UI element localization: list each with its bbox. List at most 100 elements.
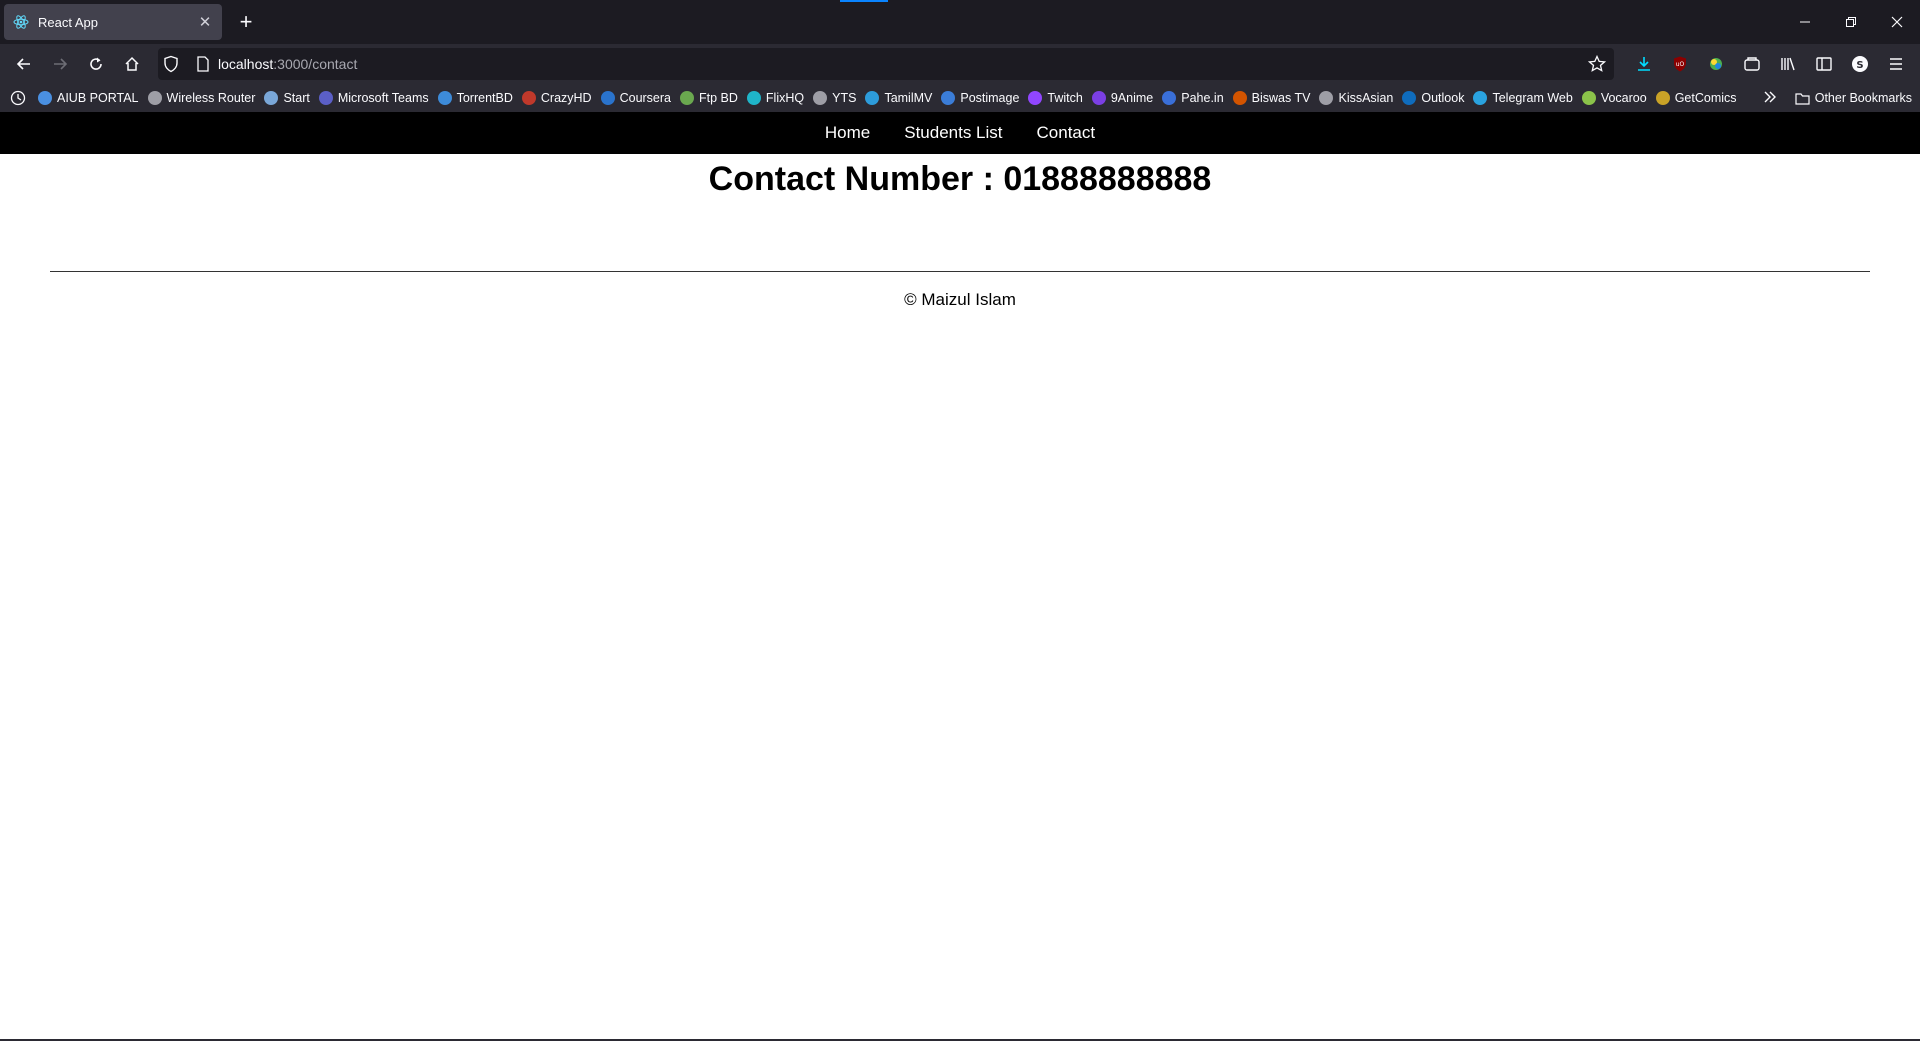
bookmarks-overflow: Other Bookmarks [1763,84,1912,112]
hamburger-menu-icon[interactable] [1884,52,1908,76]
extension-icon[interactable] [1704,52,1728,76]
sidebar-icon[interactable] [1812,52,1836,76]
url-text[interactable]: localhost:3000/contact [218,56,357,72]
nav-link-home[interactable]: Home [825,123,870,143]
bookmark-label: YTS [832,91,857,105]
bookmarks-toolbar: AIUB PORTAL Wireless Router Start Microsoft… [0,84,1920,112]
bookmark-item[interactable]: 9Anime [1091,91,1154,105]
react-icon [12,13,30,31]
bookmark-item[interactable]: Biswas TV [1232,91,1311,105]
globe-icon [1319,91,1334,105]
bookmark-item[interactable]: CrazyHD [521,91,592,105]
getcomics-icon [1655,91,1670,105]
bookmark-item[interactable]: KissAsian [1319,91,1393,105]
folder-icon [1795,92,1810,105]
browser-toolbar: localhost:3000/contact uO S [0,44,1920,84]
bookmark-item[interactable]: Telegram Web [1473,91,1573,105]
bookmark-label: Biswas TV [1251,91,1311,105]
bookmark-label: 9Anime [1110,91,1154,105]
tamilmv-icon [865,91,880,105]
bookmark-item[interactable]: Start [264,91,310,105]
reload-icon[interactable] [84,52,108,76]
chevron-double-right-icon[interactable] [1763,90,1777,107]
svg-text:uO: uO [1676,61,1685,68]
bookmark-item[interactable]: GetComics [1655,91,1737,105]
close-window-button[interactable] [1882,8,1912,36]
url-host: localhost [218,56,274,72]
bookmark-item[interactable]: Twitch [1028,91,1083,105]
container-icon[interactable] [1740,52,1764,76]
restore-button[interactable] [1836,8,1866,36]
bookmark-label: Ftp BD [699,91,738,105]
star-icon[interactable] [1587,54,1607,76]
contact-heading: Contact Number : 01888888888 [708,160,1212,198]
play-icon [1091,91,1106,105]
site-navbar: Home Students List Contact [0,112,1920,154]
bookmark-item[interactable]: FlixHQ [746,91,804,105]
bookmark-label: Coursera [619,91,672,105]
bookmark-label: Pahe.in [1181,91,1224,105]
footer-divider [50,271,1870,272]
close-tab-icon[interactable]: ✕ [196,13,214,31]
bookmark-item[interactable]: Vocaroo [1581,91,1647,105]
footer-copyright: © Maizul Islam [904,290,1016,309]
bookmark-item[interactable]: Microsoft Teams [318,91,429,105]
teams-icon [318,91,333,105]
coursera-icon [600,91,615,105]
bookmark-label: AIUB PORTAL [57,91,139,105]
url-path: :3000/contact [273,56,358,72]
back-arrow-icon[interactable] [12,52,36,76]
bookmark-item[interactable]: AIUB PORTAL [38,91,139,105]
shield-icon[interactable] [162,55,180,76]
bookmark-item[interactable]: Pahe.in [1162,91,1224,105]
bookmark-item[interactable]: YTS [813,91,856,105]
library-icon[interactable] [1776,52,1800,76]
bookmark-label: Outlook [1421,91,1465,105]
outlook-icon [1402,91,1417,105]
vocaroo-icon [1581,91,1596,105]
bookmark-item[interactable]: Wireless Router [147,91,255,105]
nav-link-contact[interactable]: Contact [1037,123,1096,143]
bookmark-item[interactable]: TorrentBD [437,91,513,105]
browser-tab[interactable]: React App ✕ [4,4,222,40]
bookmark-item[interactable]: Outlook [1402,91,1464,105]
url-bar[interactable]: localhost:3000/contact [158,48,1614,80]
svg-text:S: S [1856,60,1863,71]
biswastv-icon [1232,91,1247,105]
postimage-icon [941,91,956,105]
minimize-button[interactable] [1790,8,1820,36]
bookmark-item[interactable]: Coursera [600,91,672,105]
home-icon[interactable] [120,52,144,76]
bookmark-list: AIUB PORTAL Wireless Router Start Microsoft… [38,91,1746,105]
pahe-icon [1162,91,1177,105]
tab-strip: React App ✕ + [0,0,1920,44]
page-icon[interactable] [194,55,212,73]
bookmark-label: Start [283,91,310,105]
globe-icon [147,91,162,105]
nav-link-students-list[interactable]: Students List [904,123,1002,143]
bookmark-label: CrazyHD [540,91,592,105]
history-icon[interactable] [10,90,26,106]
bookmark-label: GetComics [1674,91,1737,105]
torrentbd-icon [437,91,452,105]
shield-icon [264,91,279,105]
globe-icon [813,91,828,105]
forward-arrow-icon[interactable] [48,52,72,76]
tab-title: React App [38,14,98,30]
bookmark-item[interactable]: TamilMV [865,91,932,105]
download-icon[interactable] [1632,52,1656,76]
bookmark-label: Microsoft Teams [337,91,429,105]
crazyhd-icon [521,91,536,105]
bookmark-label: TorrentBD [456,91,513,105]
bookmark-label: TamilMV [884,91,933,105]
flixhq-icon [746,91,761,105]
bookmark-item[interactable]: Ftp BD [680,91,738,105]
other-bookmarks-label: Other Bookmarks [1814,91,1912,105]
account-avatar-icon[interactable]: S [1848,52,1872,76]
bookmark-item[interactable]: Postimage [941,91,1019,105]
twitch-icon [1028,91,1043,105]
new-tab-button[interactable]: + [234,9,258,34]
other-bookmarks[interactable]: Other Bookmarks [1795,91,1912,105]
ublock-icon[interactable]: uO [1668,52,1692,76]
ftpbd-icon [680,91,695,105]
